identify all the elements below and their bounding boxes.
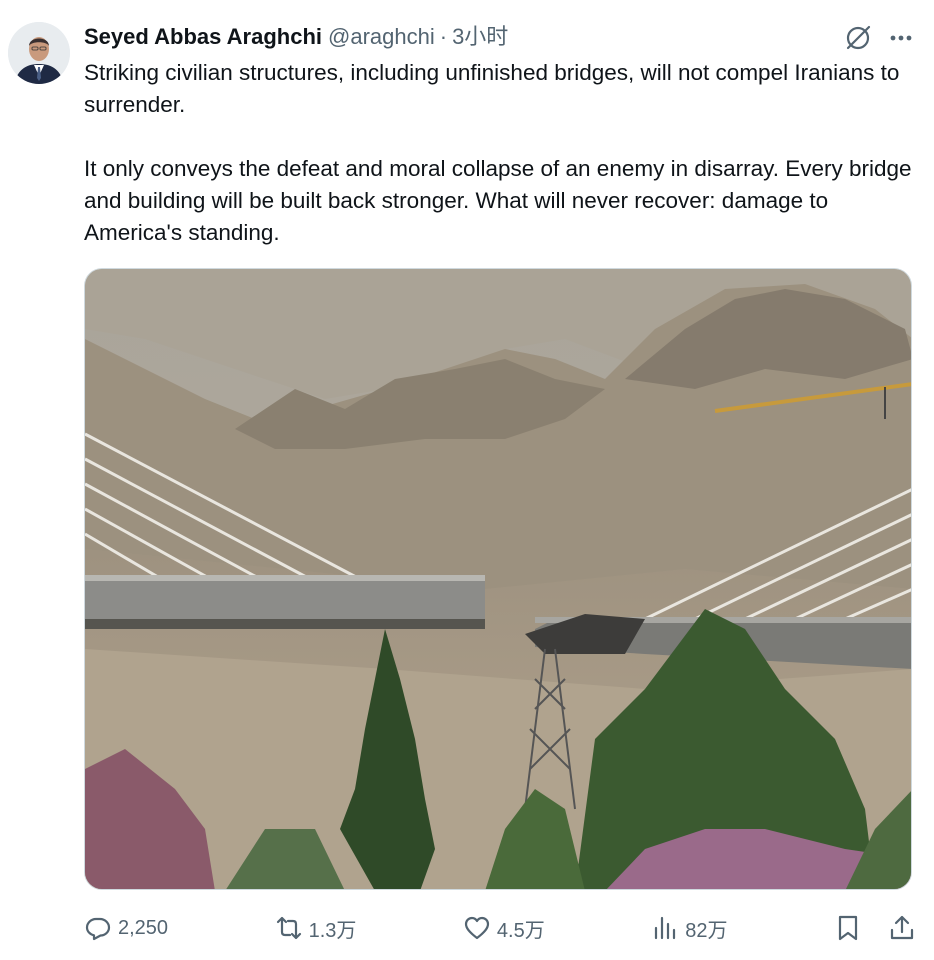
timestamp[interactable]: 3小时 [452,22,508,52]
right-actions [834,914,916,942]
reply-icon [85,917,111,941]
action-bar: 2,250 1.3万 4.5万 82万 [84,906,916,950]
reply-button[interactable]: 2,250 [84,914,168,942]
tweet-paragraph-1: Striking civilian structures, including … [84,60,900,117]
author-handle[interactable]: @araghchi [328,22,435,52]
avatar[interactable] [8,22,70,84]
grok-icon[interactable] [844,24,872,52]
tweet-card[interactable]: Seyed Abbas Araghchi @araghchi · 3小时 Str… [0,0,934,960]
like-button[interactable]: 4.5万 [463,914,545,943]
tweet-photo[interactable] [84,268,912,890]
heart-icon [464,916,490,940]
separator-dot: · [439,24,448,49]
analytics-icon [655,916,676,940]
reply-count: 2,250 [118,916,169,939]
views-button[interactable]: 82万 [651,914,727,943]
repost-button[interactable]: 1.3万 [275,914,357,943]
tweet-text: Striking civilian structures, including … [84,57,914,249]
tweet-header: Seyed Abbas Araghchi @araghchi · 3小时 [84,22,914,52]
repost-count: 1.3万 [308,919,357,942]
view-count: 82万 [685,919,728,942]
like-count: 4.5万 [496,919,545,942]
author-name[interactable]: Seyed Abbas Araghchi [84,22,322,52]
more-icon[interactable] [888,26,914,50]
share-icon[interactable] [888,914,916,942]
tweet-paragraph-2: It only conveys the defeat and moral col… [84,156,912,245]
bookmark-icon[interactable] [834,914,862,942]
repost-icon [276,916,301,940]
